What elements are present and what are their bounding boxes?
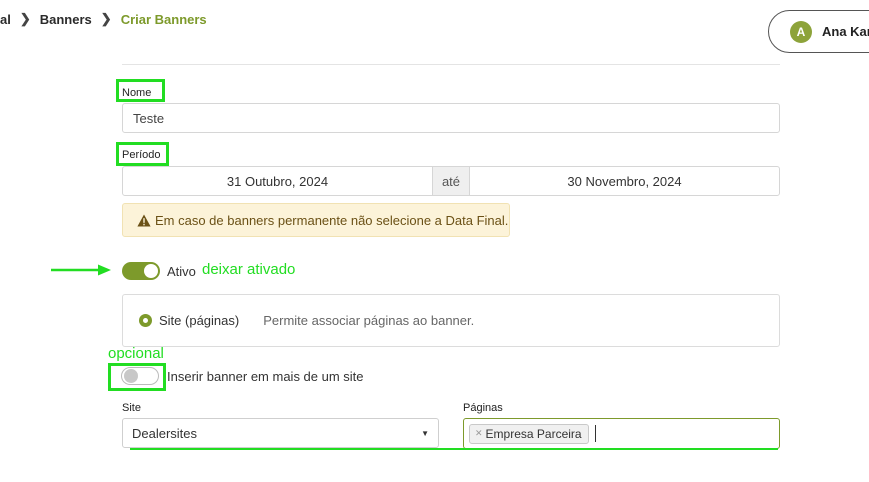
user-menu-button[interactable]: A Ana Karo — [768, 10, 869, 53]
multi-site-toggle[interactable] — [121, 367, 159, 385]
end-date-input[interactable]: 30 Novembro, 2024 — [470, 167, 779, 195]
nome-label: Nome — [122, 87, 152, 99]
toggle-knob — [124, 369, 138, 383]
remove-tag-icon[interactable]: ✕ — [475, 428, 483, 439]
annotation-underline — [130, 448, 778, 450]
text-cursor — [594, 425, 596, 442]
user-name: Ana Karo — [822, 24, 869, 39]
ativo-toggle[interactable] — [122, 262, 160, 280]
periodo-label: Período — [122, 149, 161, 161]
tag-chip: ✕ Empresa Parceira — [469, 423, 589, 444]
date-range-connector: até — [432, 167, 470, 195]
paginas-label: Páginas — [463, 402, 503, 414]
site-option-card[interactable]: Site (páginas) Permite associar páginas … — [122, 294, 780, 347]
breadcrumb-item-current: Criar Banners — [120, 11, 207, 27]
chevron-right-icon: ❯ — [100, 11, 112, 26]
site-radio[interactable] — [139, 314, 152, 327]
breadcrumb: al ❯ Banners ❯ Criar Banners — [0, 11, 207, 27]
nome-input[interactable]: Teste — [122, 103, 780, 133]
warning-icon — [137, 214, 151, 226]
toggle-knob — [144, 264, 158, 278]
start-date-input[interactable]: 31 Outubro, 2024 — [123, 167, 432, 195]
caret-down-icon: ▼ — [421, 428, 429, 438]
alert-text: Em caso de banners permanente não seleci… — [155, 212, 509, 228]
tag-label: Empresa Parceira — [485, 426, 582, 441]
annotation-arrow-icon — [51, 264, 111, 276]
breadcrumb-item-banners[interactable]: Banners — [40, 12, 92, 27]
paginas-tag-input[interactable]: ✕ Empresa Parceira — [463, 418, 780, 449]
divider — [122, 64, 780, 65]
warning-alert: Em caso de banners permanente não seleci… — [122, 203, 510, 237]
periodo-range: 31 Outubro, 2024 até 30 Novembro, 2024 — [122, 166, 780, 196]
multi-site-label: Inserir banner em mais de um site — [167, 369, 364, 384]
annotation-optional-note: opcional — [108, 345, 164, 362]
site-select-value: Dealersites — [132, 425, 198, 441]
site-option-description: Permite associar páginas ao banner. — [263, 313, 475, 328]
site-option-label: Site (páginas) — [159, 313, 240, 328]
ativo-label: Ativo — [167, 264, 196, 279]
site-select-label: Site — [122, 402, 141, 414]
avatar: A — [790, 20, 812, 43]
annotation-ativo-note: deixar ativado — [202, 261, 296, 278]
breadcrumb-item-home[interactable]: al — [0, 12, 11, 27]
chevron-right-icon: ❯ — [19, 11, 31, 26]
site-select[interactable]: Dealersites ▼ — [122, 418, 439, 448]
